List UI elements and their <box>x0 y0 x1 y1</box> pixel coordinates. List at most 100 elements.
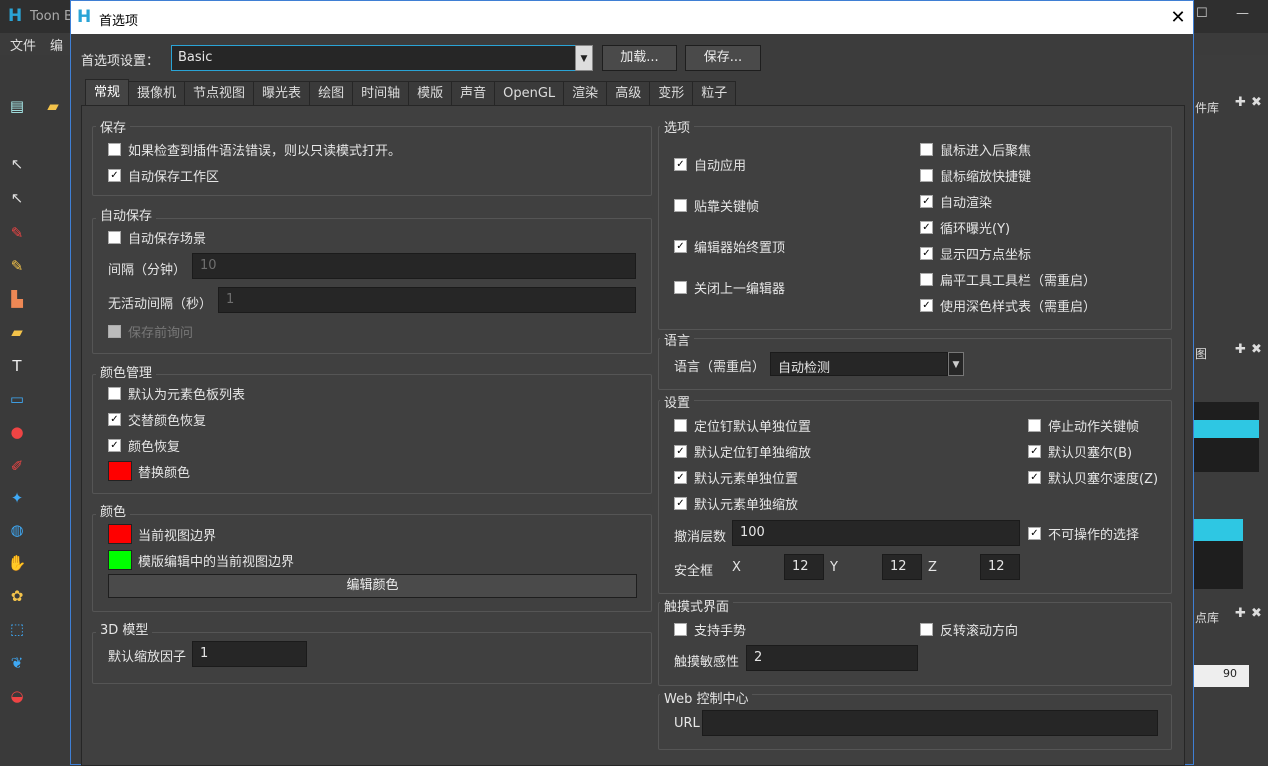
peg-separate-position-checkbox[interactable]: 定位钉默认单独位置 <box>674 416 811 435</box>
close-panel-icon-3[interactable]: ✖ <box>1251 606 1262 621</box>
touch-sensitivity-input[interactable]: 2 <box>746 645 918 671</box>
chevron-down-icon[interactable]: ▼ <box>948 352 964 376</box>
menu-edit[interactable]: 编 <box>50 35 63 54</box>
checkbox-box[interactable]: ✓ <box>108 169 121 182</box>
checkbox-box[interactable]: ✓ <box>108 439 121 452</box>
text-tool-icon[interactable]: T <box>6 355 28 377</box>
edit-colors-button[interactable]: 编辑颜色 <box>108 574 637 598</box>
tab-camera[interactable]: 摄像机 <box>128 81 186 106</box>
tab-advanced[interactable]: 高级 <box>606 81 651 106</box>
select-tool-icon[interactable]: ↖ <box>6 153 28 175</box>
checkbox-box[interactable]: ✓ <box>920 299 933 312</box>
reverse-scroll-checkbox[interactable]: 反转滚动方向 <box>920 620 1018 639</box>
undo-levels-input[interactable]: 100 <box>732 520 1020 546</box>
rectangle-tool-icon[interactable]: ▭ <box>6 388 28 410</box>
language-select[interactable]: 自动检测 <box>770 352 948 376</box>
checkbox-box[interactable]: ✓ <box>674 497 687 510</box>
checkbox-box[interactable] <box>1028 419 1041 432</box>
y-input[interactable]: 12 <box>882 554 922 580</box>
checkbox-box[interactable]: ✓ <box>1028 445 1041 458</box>
element-separate-scale-checkbox[interactable]: ✓ 默认元素单独缩放 <box>674 494 798 513</box>
default-bezier-checkbox[interactable]: ✓ 默认贝塞尔(B) <box>1028 442 1132 461</box>
tab-template[interactable]: 模版 <box>408 81 453 106</box>
element-separate-position-checkbox[interactable]: ✓ 默认元素单独位置 <box>674 468 798 487</box>
open-folder-icon[interactable]: ▰ <box>42 95 64 117</box>
checkbox-box[interactable] <box>674 419 687 432</box>
globe-tool-icon[interactable]: ◍ <box>6 519 28 541</box>
auto-apply-checkbox[interactable]: ✓ 自动应用 <box>674 155 746 174</box>
interval-input[interactable]: 10 <box>192 253 636 279</box>
checkbox-box[interactable]: ✓ <box>674 445 687 458</box>
checkbox-box[interactable]: ✓ <box>108 413 121 426</box>
feather-tool-icon[interactable]: ❦ <box>6 652 28 674</box>
show-quad-coords-checkbox[interactable]: ✓ 显示四方点坐标 <box>920 244 1031 263</box>
menu-file[interactable]: 文件 <box>10 35 36 54</box>
close-panel-icon[interactable]: ✖ <box>1251 95 1262 110</box>
checkbox-box[interactable] <box>920 273 933 286</box>
dark-stylesheet-checkbox[interactable]: ✓ 使用深色样式表（需重启） <box>920 296 1096 315</box>
new-file-icon[interactable]: ▤ <box>6 95 28 117</box>
save-button[interactable]: 保存... <box>685 45 761 71</box>
checkbox-box[interactable] <box>674 281 687 294</box>
current-border-swatch[interactable] <box>108 524 132 544</box>
checkbox-box[interactable]: ✓ <box>920 247 933 260</box>
checkbox-box[interactable] <box>108 387 121 400</box>
selected-color-row[interactable] <box>1193 420 1259 438</box>
timeline-ruler[interactable]: 90 <box>1193 665 1249 687</box>
ask-before-save-checkbox[interactable]: 保存前询问 <box>108 322 193 341</box>
default-palette-list-checkbox[interactable]: 默认为元素色板列表 <box>108 384 245 403</box>
editor-always-on-top-checkbox[interactable]: ✓ 编辑器始终置顶 <box>674 237 785 256</box>
rigging-tool-icon[interactable]: ✿ <box>6 585 28 607</box>
template-border-swatch[interactable] <box>108 550 132 570</box>
tab-render[interactable]: 渲染 <box>563 81 608 106</box>
checkbox-box[interactable] <box>108 143 121 156</box>
checkbox-box[interactable] <box>108 231 121 244</box>
close-icon[interactable]: ✕ <box>1167 7 1189 28</box>
auto-render-checkbox[interactable]: ✓ 自动渲染 <box>920 192 992 211</box>
checkbox-box[interactable]: ✓ <box>674 471 687 484</box>
contour-tool-icon[interactable]: ↖ <box>6 187 28 209</box>
preset-select[interactable]: Basic <box>171 45 593 71</box>
dropper-tool-icon[interactable]: ✐ <box>6 455 28 477</box>
checkbox-box[interactable]: ✓ <box>920 195 933 208</box>
scale-factor-input[interactable]: 1 <box>192 641 307 667</box>
tab-deformation[interactable]: 变形 <box>649 81 694 106</box>
flat-toolbar-checkbox[interactable]: 扁平工具工具栏（需重启） <box>920 270 1096 289</box>
mouse-zoom-shortcut-checkbox[interactable]: 鼠标缩放快捷键 <box>920 166 1031 185</box>
checkbox-box[interactable]: ✓ <box>674 240 687 253</box>
close-previous-editor-checkbox[interactable]: 关闭上一编辑器 <box>674 278 785 297</box>
checkbox-box[interactable] <box>920 169 933 182</box>
stop-motion-keyframe-checkbox[interactable]: 停止动作关键帧 <box>1028 416 1139 435</box>
checkbox-box[interactable] <box>108 325 121 338</box>
autosave-scene-checkbox[interactable]: 自动保存场景 <box>108 228 206 247</box>
color-recovery-checkbox[interactable]: ✓ 颜色恢复 <box>108 436 180 455</box>
add-panel-icon[interactable]: ✚ <box>1235 95 1246 110</box>
library-tab-label[interactable]: 件库 <box>1195 99 1219 116</box>
checkbox-box[interactable]: ✓ <box>674 158 687 171</box>
tab-xsheet[interactable]: 曝光表 <box>253 81 311 106</box>
non-operable-selection-checkbox[interactable]: ✓ 不可操作的选择 <box>1028 524 1139 543</box>
default-bezier-velocity-checkbox[interactable]: ✓ 默认贝塞尔速度(Z) <box>1028 468 1158 487</box>
magnet-tool-icon[interactable]: ◒ <box>6 685 28 707</box>
minimize-icon[interactable]: — <box>1236 6 1249 21</box>
url-input[interactable] <box>702 710 1158 736</box>
transform-tool-icon[interactable]: ⬚ <box>6 618 28 640</box>
snap-keyframe-checkbox[interactable]: 贴靠关键帧 <box>674 196 759 215</box>
add-panel-icon-2[interactable]: ✚ <box>1235 342 1246 357</box>
focus-on-mouse-enter-checkbox[interactable]: 鼠标进入后聚焦 <box>920 140 1031 159</box>
tab-particles[interactable]: 粒子 <box>692 81 737 106</box>
alternate-color-recovery-checkbox[interactable]: ✓ 交替颜色恢复 <box>108 410 206 429</box>
checkbox-box[interactable]: ✓ <box>1028 471 1041 484</box>
tab-sound[interactable]: 声音 <box>451 81 496 106</box>
tab-opengl[interactable]: OpenGL <box>494 81 565 106</box>
x-input[interactable]: 12 <box>784 554 824 580</box>
readonly-on-error-checkbox[interactable]: 如果检查到插件语法错误，则以只读模式打开。 <box>108 140 401 159</box>
checkbox-box[interactable]: ✓ <box>920 221 933 234</box>
maximize-icon[interactable]: ☐ <box>1196 6 1208 21</box>
checkbox-box[interactable] <box>674 199 687 212</box>
tab-drawing[interactable]: 绘图 <box>309 81 354 106</box>
pencil-tool-icon[interactable]: ✎ <box>6 255 28 277</box>
load-button[interactable]: 加载... <box>602 45 677 71</box>
checkbox-box[interactable] <box>920 623 933 636</box>
loop-exposure-checkbox[interactable]: ✓ 循环曝光(Y) <box>920 218 1010 237</box>
